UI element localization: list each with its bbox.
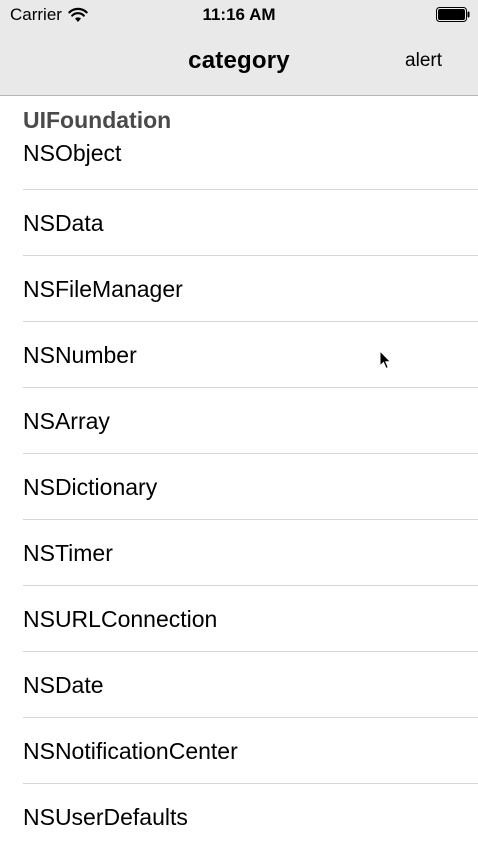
mouse-pointer-icon xyxy=(379,350,392,370)
table-row[interactable]: NSNotificationCenter xyxy=(0,718,478,784)
battery-icon xyxy=(436,7,470,22)
navigation-bar: category alert xyxy=(0,30,478,95)
table-row[interactable]: NSDictionary xyxy=(0,454,478,520)
top-bar: Carrier 11:16 AM category alert xyxy=(0,0,478,96)
table-section: NSObject NSData NSFileManager NSNumber N… xyxy=(0,134,478,850)
table-view[interactable]: UIFoundation NSObject NSData NSFileManag… xyxy=(0,96,478,850)
table-row[interactable]: NSDate xyxy=(0,652,478,718)
table-row[interactable]: NSUserDefaults xyxy=(0,784,478,850)
table-row[interactable]: NSURLConnection xyxy=(0,586,478,652)
clock: 11:16 AM xyxy=(202,5,276,24)
alert-button[interactable]: alert xyxy=(405,50,442,72)
table-row[interactable]: NSData xyxy=(0,190,478,256)
table-row[interactable]: NSObject xyxy=(0,134,478,190)
status-bar: Carrier 11:16 AM xyxy=(0,0,478,30)
table-row[interactable]: NSTimer xyxy=(0,520,478,586)
section-header: UIFoundation xyxy=(23,107,172,133)
table-row[interactable]: NSNumber xyxy=(0,322,478,388)
table-row[interactable]: NSArray xyxy=(0,388,478,454)
table-row[interactable]: NSFileManager xyxy=(0,256,478,322)
